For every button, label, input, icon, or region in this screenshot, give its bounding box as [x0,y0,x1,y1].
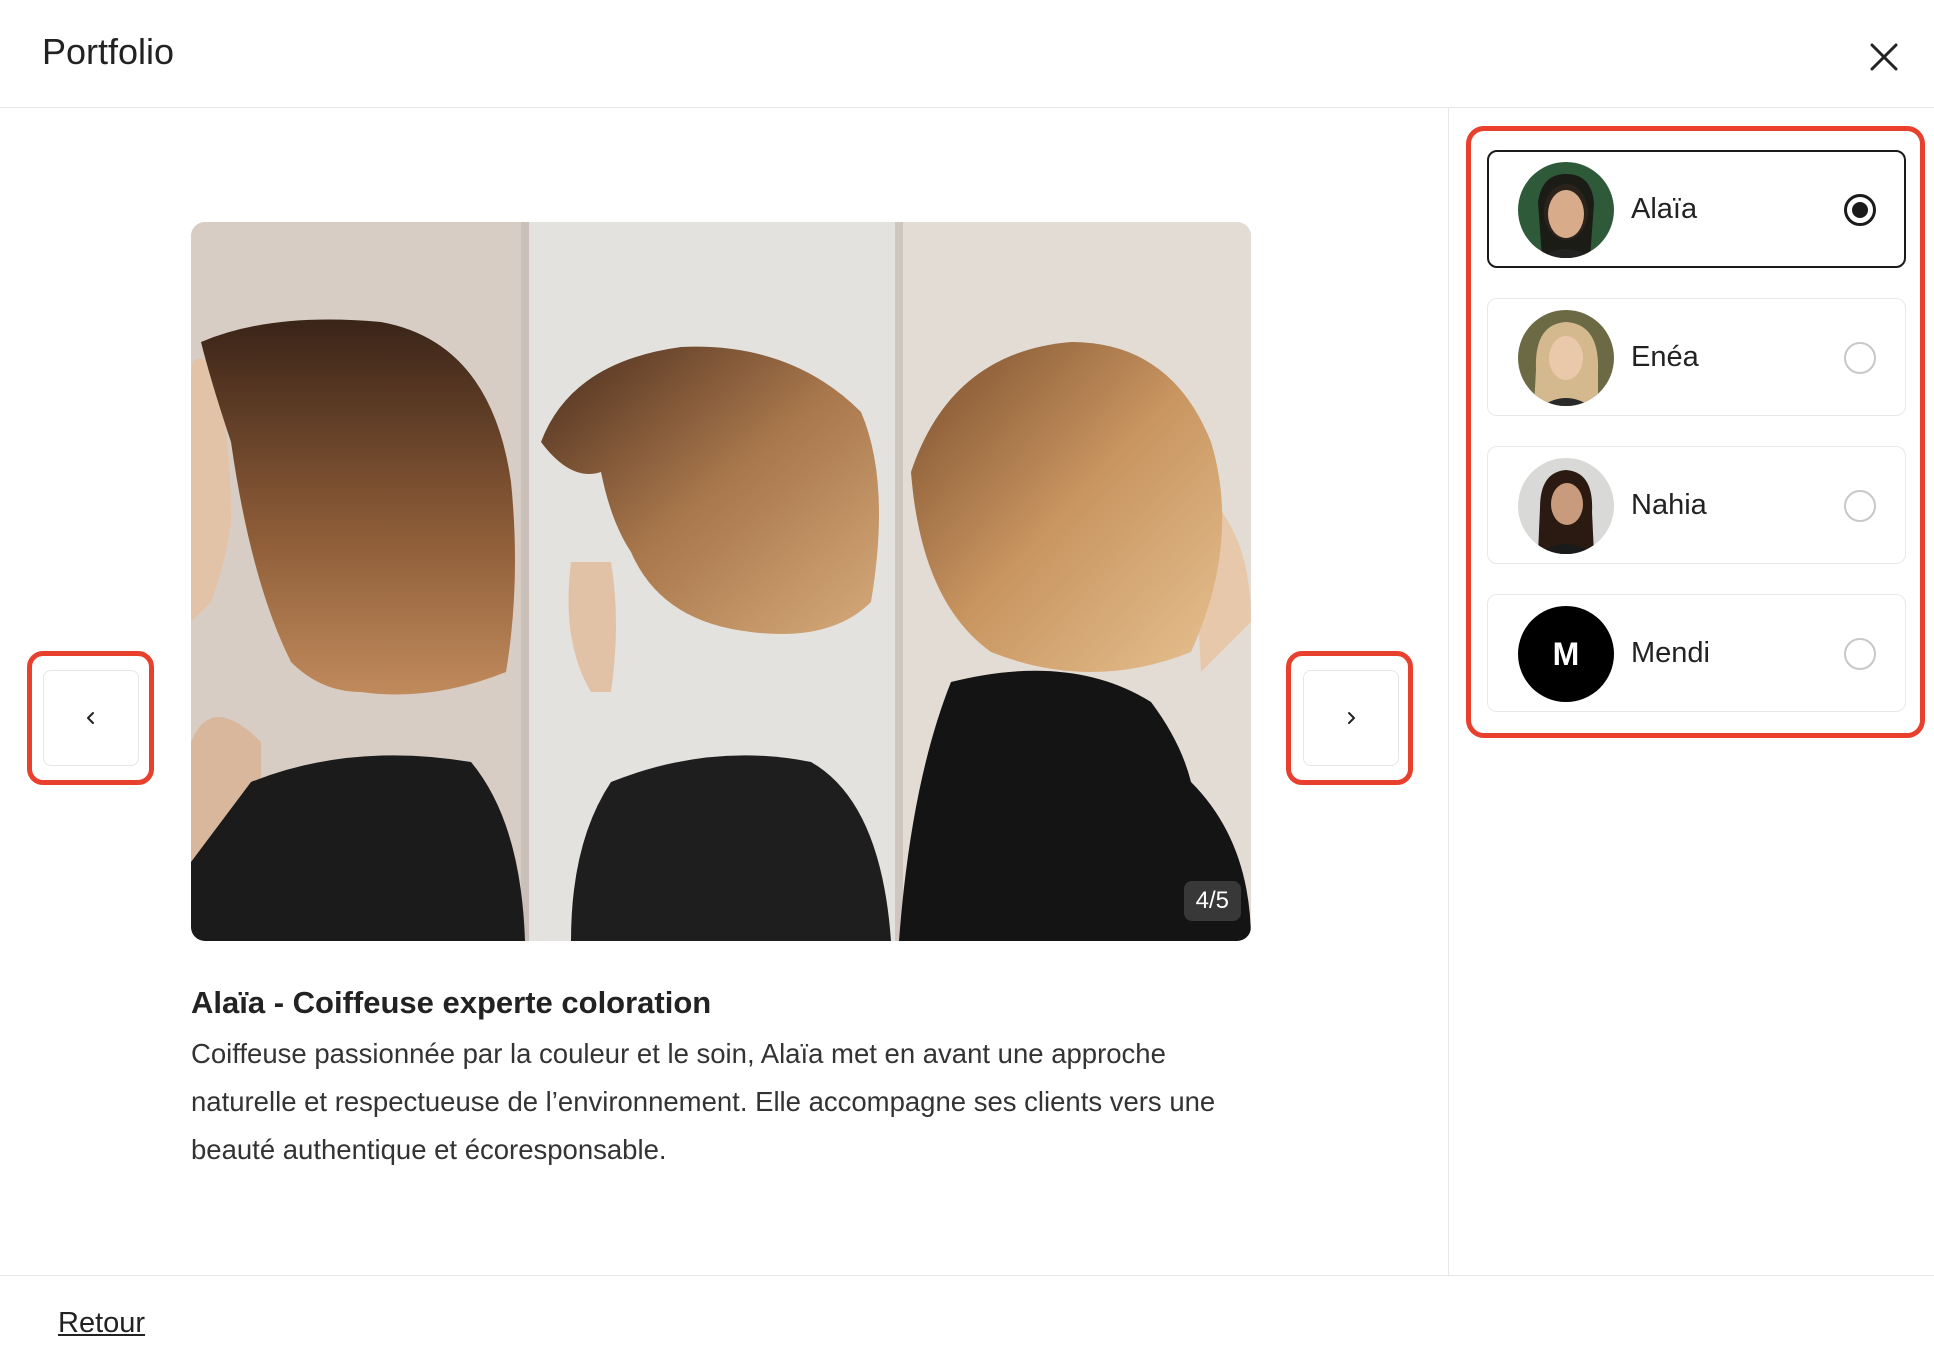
hairstyle-image [191,222,1251,941]
chevron-left-icon [87,712,94,724]
radio-unselected[interactable] [1844,342,1876,374]
stylist-name: Mendi [1631,637,1710,669]
modal-footer: Retour [0,1275,1934,1366]
modal-header: Portfolio [0,0,1934,108]
close-icon [1870,43,1898,71]
stylist-description: Coiffeuse passionnée par la couleur et l… [191,1038,1216,1165]
stylist-card-enea[interactable]: Enéa [1487,298,1906,416]
back-link[interactable]: Retour [58,1307,145,1340]
radio-unselected[interactable] [1844,638,1876,670]
avatar [1518,310,1614,406]
stylist-card-mendi[interactable]: M Mendi [1487,594,1906,712]
avatar-initial: M [1518,606,1614,702]
stylist-title: Alaïa - Coiffeuse experte coloration [191,985,712,1020]
page-title: Portfolio [42,31,175,72]
vertical-divider [1448,108,1449,1275]
chevron-right-icon [1348,712,1355,724]
radio-unselected[interactable] [1844,490,1876,522]
radio-selected[interactable] [1844,194,1876,226]
avatar [1518,458,1614,554]
stylist-name: Enéa [1631,341,1699,373]
image-counter: 4/5 [1183,881,1241,921]
next-image-button[interactable] [1303,670,1399,766]
close-button[interactable] [1861,34,1907,80]
avatar [1518,162,1614,258]
prev-image-button[interactable] [43,670,139,766]
portfolio-photo: 4/5 [191,222,1251,941]
stylist-name: Alaïa [1631,193,1698,225]
stylist-name: Nahia [1631,489,1707,521]
stylist-card-nahia[interactable]: Nahia [1487,446,1906,564]
stylist-card-alaia[interactable]: Alaïa [1487,150,1906,268]
